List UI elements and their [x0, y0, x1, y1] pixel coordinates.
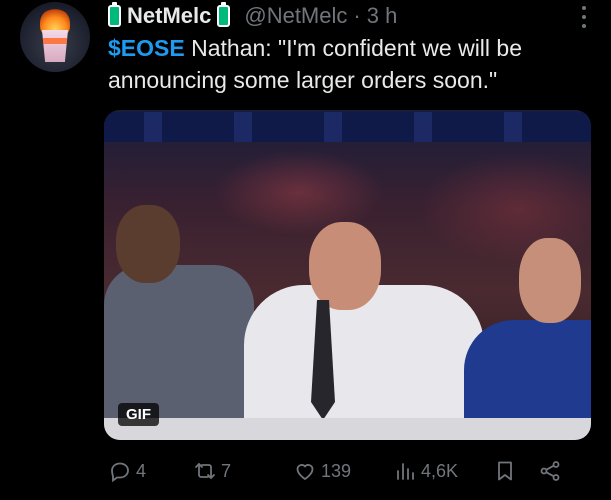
- reply-icon: [111, 462, 129, 483]
- arena-banner: [104, 112, 591, 142]
- retweet-button[interactable]: 7: [193, 459, 293, 483]
- commentator-right-head: [519, 238, 581, 323]
- battery-icon: [108, 2, 121, 27]
- display-name[interactable]: NetMelc: [127, 3, 211, 29]
- avatar[interactable]: [20, 2, 90, 72]
- tweet-text: $EOSE Nathan: "I'm confident we will be …: [108, 32, 598, 96]
- share-icon: [540, 461, 560, 481]
- cup-icon: [42, 30, 68, 62]
- heart-icon: [296, 464, 314, 481]
- more-options-icon[interactable]: [577, 6, 591, 28]
- share-button[interactable]: [538, 459, 562, 483]
- views-button[interactable]: 4,6K: [393, 459, 493, 483]
- battery-icon: [217, 2, 231, 27]
- commentator-left-head: [116, 205, 180, 283]
- views-count: 4,6K: [421, 460, 459, 481]
- gif-badge: GIF: [118, 403, 159, 426]
- retweet-count: 7: [221, 460, 232, 481]
- cashtag-link[interactable]: $EOSE: [108, 35, 185, 61]
- like-button[interactable]: 139: [293, 459, 393, 483]
- bookmark-button[interactable]: [493, 459, 538, 483]
- commentator-center-head: [309, 222, 381, 310]
- like-count: 139: [321, 460, 352, 481]
- action-bar: 4 7 139 4,6K: [108, 456, 598, 486]
- commentary-desk: [104, 418, 591, 440]
- reply-count: 4: [136, 460, 147, 481]
- views-chart-icon: [397, 463, 414, 480]
- commentator-center-body: [244, 285, 484, 440]
- tweet-header: NetMelc @NetMelc · 3 h: [108, 2, 397, 30]
- bookmark-icon: [498, 461, 512, 481]
- timestamp[interactable]: 3 h: [367, 3, 398, 29]
- reply-button[interactable]: 4: [108, 459, 193, 483]
- handle[interactable]: @NetMelc: [244, 3, 347, 29]
- retweet-icon: [195, 463, 215, 479]
- time-separator: ·: [353, 3, 361, 28]
- gif-media[interactable]: GIF: [104, 110, 591, 440]
